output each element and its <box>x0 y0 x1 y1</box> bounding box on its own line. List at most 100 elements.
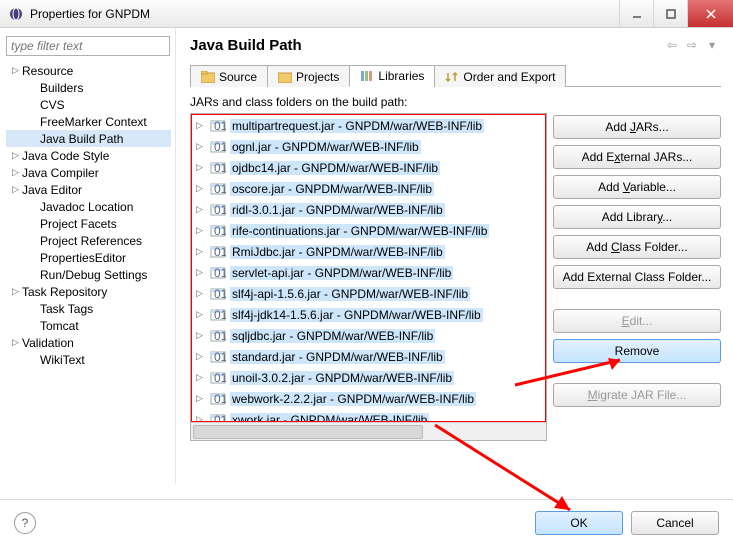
close-button[interactable] <box>687 0 733 27</box>
jar-label: standard.jar - GNPDM/war/WEB-INF/lib <box>230 350 445 364</box>
ok-button[interactable]: OK <box>535 511 623 535</box>
jar-row[interactable]: ▷010slf4j-jdk14-1.5.6.jar - GNPDM/war/WE… <box>192 304 545 325</box>
minimize-button[interactable] <box>619 0 653 27</box>
svg-text:010: 010 <box>214 140 226 154</box>
jar-row[interactable]: ▷010standard.jar - GNPDM/war/WEB-INF/lib <box>192 346 545 367</box>
jar-label: slf4j-api-1.5.6.jar - GNPDM/war/WEB-INF/… <box>230 287 470 301</box>
button-column: Add JARs... Add External JARs... Add Var… <box>553 113 721 441</box>
tree-item[interactable]: Project Facets <box>6 215 171 232</box>
horizontal-scrollbar[interactable] <box>191 422 546 440</box>
tree-item[interactable]: ▷Java Code Style <box>6 147 171 164</box>
tree-item[interactable]: ▷Java Editor <box>6 181 171 198</box>
jar-row[interactable]: ▷010sqljdbc.jar - GNPDM/war/WEB-INF/lib <box>192 325 545 346</box>
tree-item-label: Task Repository <box>22 285 107 299</box>
tree-item-label: Project References <box>40 234 142 248</box>
tree-item[interactable]: ▷Validation <box>6 334 171 351</box>
jar-row[interactable]: ▷010oscore.jar - GNPDM/war/WEB-INF/lib <box>192 178 545 199</box>
jar-icon: 010 <box>210 371 226 385</box>
nav-back-icon[interactable]: ⇦ <box>663 36 681 54</box>
tree-item[interactable]: PropertiesEditor <box>6 249 171 266</box>
jar-row[interactable]: ▷010unoil-3.0.2.jar - GNPDM/war/WEB-INF/… <box>192 367 545 388</box>
tree-item[interactable]: FreeMarker Context <box>6 113 171 130</box>
jar-row[interactable]: ▷010xwork.jar - GNPDM/war/WEB-INF/lib <box>192 409 545 422</box>
content-panel: Java Build Path ⇦ ⇨ ▾ SourceProjectsLibr… <box>176 28 733 484</box>
tree-item[interactable]: Run/Debug Settings <box>6 266 171 283</box>
expand-icon: ▷ <box>196 162 206 173</box>
tab-label: Source <box>219 70 257 84</box>
jar-label: multipartrequest.jar - GNPDM/war/WEB-INF… <box>230 119 484 133</box>
svg-text:010: 010 <box>214 287 226 301</box>
tab[interactable]: Libraries <box>349 65 435 87</box>
add-variable-button[interactable]: Add Variable... <box>553 175 721 199</box>
scrollbar-thumb[interactable] <box>193 425 423 439</box>
expand-icon: ▷ <box>196 393 206 404</box>
remove-button[interactable]: Remove <box>553 339 721 363</box>
jar-icon: 010 <box>210 308 226 322</box>
svg-text:010: 010 <box>214 350 226 364</box>
tab[interactable]: Order and Export <box>434 65 566 87</box>
tab[interactable]: Projects <box>267 65 350 87</box>
svg-text:010: 010 <box>214 119 226 133</box>
tree-item[interactable]: Task Tags <box>6 300 171 317</box>
jar-row[interactable]: ▷010ognl.jar - GNPDM/war/WEB-INF/lib <box>192 136 545 157</box>
jar-row[interactable]: ▷010webwork-2.2.2.jar - GNPDM/war/WEB-IN… <box>192 388 545 409</box>
expand-arrow-icon: ▷ <box>12 150 22 161</box>
help-button[interactable]: ? <box>14 512 36 534</box>
svg-text:010: 010 <box>214 245 226 259</box>
tree-item-label: PropertiesEditor <box>40 251 126 265</box>
svg-text:010: 010 <box>214 413 226 423</box>
jar-row[interactable]: ▷010ojdbc14.jar - GNPDM/war/WEB-INF/lib <box>192 157 545 178</box>
jar-row[interactable]: ▷010servlet-api.jar - GNPDM/war/WEB-INF/… <box>192 262 545 283</box>
tree-item[interactable]: ▷Resource <box>6 62 171 79</box>
filter-input[interactable] <box>6 36 170 56</box>
migrate-jar-button: Migrate JAR File... <box>553 383 721 407</box>
nav-menu-icon[interactable]: ▾ <box>703 36 721 54</box>
expand-icon: ▷ <box>196 120 206 131</box>
tree-item[interactable]: Tomcat <box>6 317 171 334</box>
add-library-button[interactable]: Add Library... <box>553 205 721 229</box>
tree-item[interactable]: ▷Java Compiler <box>6 164 171 181</box>
svg-text:010: 010 <box>214 161 226 175</box>
expand-icon: ▷ <box>196 288 206 299</box>
expand-icon: ▷ <box>196 309 206 320</box>
jar-icon: 010 <box>210 287 226 301</box>
expand-arrow-icon: ▷ <box>12 65 22 76</box>
add-external-jars-button[interactable]: Add External JARs... <box>553 145 721 169</box>
add-class-folder-button[interactable]: Add Class Folder... <box>553 235 721 259</box>
tree-item[interactable]: CVS <box>6 96 171 113</box>
tree-item[interactable]: WikiText <box>6 351 171 368</box>
tree-item-label: Resource <box>22 64 73 78</box>
tree-item-label: Java Editor <box>22 183 82 197</box>
title-bar: Properties for GNPDM <box>0 0 733 28</box>
tree-item-label: CVS <box>40 98 65 112</box>
svg-text:010: 010 <box>214 182 226 196</box>
svg-text:010: 010 <box>214 224 226 238</box>
add-jars-button[interactable]: Add JARs... <box>553 115 721 139</box>
tree-item-label: FreeMarker Context <box>40 115 147 129</box>
sidebar: ▷ResourceBuildersCVSFreeMarker ContextJa… <box>0 28 176 484</box>
tree-item[interactable]: Builders <box>6 79 171 96</box>
jar-row[interactable]: ▷ 010 slf4j-api-1.5.6.jar - GNPDM/war/WEB-… <box>192 283 545 304</box>
tree-item-label: WikiText <box>40 353 85 367</box>
jar-label: webwork-2.2.2.jar - GNPDM/war/WEB-INF/li… <box>230 392 476 406</box>
tree-item[interactable]: ▷Task Repository <box>6 283 171 300</box>
tree-item[interactable]: Project References <box>6 232 171 249</box>
expand-arrow-icon: ▷ <box>12 184 22 195</box>
add-external-class-folder-button[interactable]: Add External Class Folder... <box>553 265 721 289</box>
svg-text:010: 010 <box>214 203 226 217</box>
tree-item[interactable]: Java Build Path <box>6 130 171 147</box>
tab[interactable]: Source <box>190 65 268 87</box>
jar-row[interactable]: ▷ 010 multipartrequest.jar - GNPDM/war/WEB… <box>192 115 545 136</box>
jar-label: servlet-api.jar - GNPDM/war/WEB-INF/lib <box>230 266 453 280</box>
jar-list[interactable]: ▷ 010 multipartrequest.jar - GNPDM/war/WEB… <box>191 114 546 422</box>
maximize-button[interactable] <box>653 0 687 27</box>
jar-row[interactable]: ▷010RmiJdbc.jar - GNPDM/war/WEB-INF/lib <box>192 241 545 262</box>
cancel-button[interactable]: Cancel <box>631 511 719 535</box>
jar-row[interactable]: ▷010ridl-3.0.1.jar - GNPDM/war/WEB-INF/l… <box>192 199 545 220</box>
expand-icon: ▷ <box>196 372 206 383</box>
expand-icon: ▷ <box>196 246 206 257</box>
libraries-tab-icon <box>360 70 374 82</box>
jar-row[interactable]: ▷010rife-continuations.jar - GNPDM/war/W… <box>192 220 545 241</box>
nav-fwd-icon[interactable]: ⇨ <box>683 36 701 54</box>
tree-item[interactable]: Javadoc Location <box>6 198 171 215</box>
